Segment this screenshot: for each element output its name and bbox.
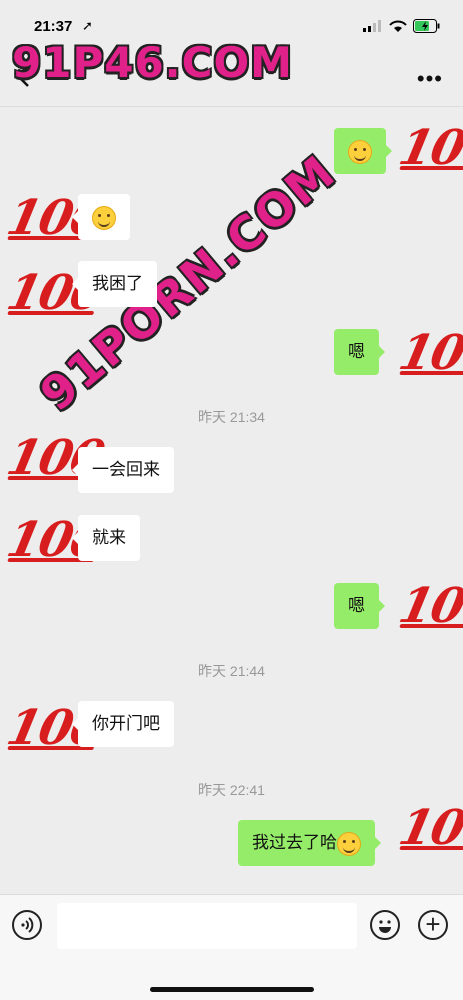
message-bubble[interactable]: 嗯 xyxy=(334,329,385,375)
timestamp: 昨天 21:44 xyxy=(198,663,265,679)
message-bubble[interactable] xyxy=(334,128,392,174)
timestamp: 昨天 22:41 xyxy=(198,782,265,798)
battery-charging-icon xyxy=(413,19,440,33)
back-chevron-icon[interactable] xyxy=(14,64,34,88)
signal-icon xyxy=(363,20,381,32)
message-bubble[interactable]: 你开门吧 xyxy=(72,701,174,747)
message-text: 一会回来 xyxy=(92,460,160,479)
message-bubble[interactable]: 我困了 xyxy=(72,261,157,307)
status-bar: 21:37 ➚ xyxy=(0,0,463,44)
avatar-self[interactable]: 100 xyxy=(394,578,463,634)
message-bubble[interactable]: 我过去了哈 xyxy=(238,820,381,866)
woozy-face-icon xyxy=(348,139,372,164)
home-indicator xyxy=(150,987,314,992)
message-text: 嗯 xyxy=(348,342,365,361)
message-text: 就来 xyxy=(92,528,126,547)
avatar-self[interactable]: 100 xyxy=(394,120,463,176)
message-bubble[interactable]: 就来 xyxy=(72,515,140,561)
message-text: 我过去了哈 xyxy=(252,833,337,852)
avatar-self[interactable]: 100 xyxy=(394,325,463,381)
wifi-icon xyxy=(389,20,407,32)
more-options-icon[interactable]: ••• xyxy=(417,68,443,90)
avatar-self[interactable]: 100 xyxy=(394,800,463,856)
status-time: 21:37 xyxy=(34,18,73,35)
message-bubble[interactable] xyxy=(72,194,130,240)
message-bubble[interactable]: 一会回来 xyxy=(72,447,174,493)
grinning-face-icon xyxy=(337,831,361,856)
message-bubble[interactable]: 嗯 xyxy=(334,583,385,629)
emoji-picker-icon[interactable] xyxy=(370,910,400,940)
timestamp: 昨天 21:34 xyxy=(198,409,265,425)
chat-header: ••• xyxy=(0,44,463,107)
location-arrow-icon: ➚ xyxy=(82,18,93,33)
input-bar: + xyxy=(0,894,463,1000)
message-text: 嗯 xyxy=(348,596,365,615)
message-text: 我困了 xyxy=(92,274,143,293)
status-icons xyxy=(363,19,441,33)
message-input[interactable] xyxy=(57,903,357,949)
message-text: 你开门吧 xyxy=(92,714,160,733)
add-attachment-icon[interactable]: + xyxy=(418,910,448,940)
voice-input-icon[interactable] xyxy=(12,910,42,940)
tears-of-joy-face-icon xyxy=(92,205,116,230)
